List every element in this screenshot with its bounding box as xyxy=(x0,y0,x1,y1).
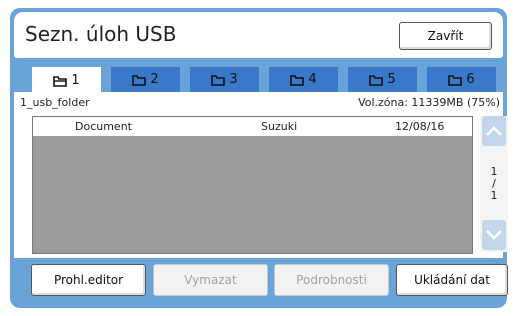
folder-icon xyxy=(132,74,147,86)
folder-name: 1_usb_folder xyxy=(20,96,90,109)
job-date: 12/08/16 xyxy=(395,120,445,133)
title-bar: Sezn. úloh USB Zavřít xyxy=(14,12,503,58)
tab-folder-4[interactable]: 4 xyxy=(269,67,338,92)
table-row[interactable]: Document Suzuki 12/08/16 xyxy=(33,117,472,136)
details-button[interactable]: Podrobnosti xyxy=(274,264,389,296)
tab-folder-3[interactable]: 3 xyxy=(190,67,259,92)
scroll-up-button[interactable] xyxy=(482,116,506,146)
page-title: Sezn. úloh USB xyxy=(25,22,177,46)
tab-label: 1 xyxy=(71,73,80,88)
job-owner: Suzuki xyxy=(261,120,298,133)
open-folder-icon xyxy=(53,75,68,87)
free-space-label: Vol.zóna: 11339MB (75%) xyxy=(358,96,500,109)
chevron-down-icon xyxy=(485,226,503,245)
list-scrollbar: 1 / 1 xyxy=(480,116,508,252)
tab-label: 2 xyxy=(150,72,159,87)
close-button[interactable]: Zavřít xyxy=(399,22,492,50)
scroll-down-button[interactable] xyxy=(482,220,506,250)
folder-tabs: 1 2 3 4 5 6 xyxy=(32,67,502,94)
usb-job-list-panel: Sezn. úloh USB Zavřít 1 2 3 4 5 6 1_usb_… xyxy=(10,8,508,308)
page-total: 1 xyxy=(490,189,498,202)
tab-label: 4 xyxy=(308,72,317,87)
folder-info: 1_usb_folder Vol.zóna: 11339MB (75%) xyxy=(20,96,500,112)
folder-icon xyxy=(290,74,305,86)
tab-label: 3 xyxy=(229,72,238,87)
tab-label: 5 xyxy=(387,72,396,87)
job-list-area: 1_usb_folder Vol.zóna: 11339MB (75%) Doc… xyxy=(14,92,508,258)
tab-folder-6[interactable]: 6 xyxy=(427,67,496,92)
job-name: Document xyxy=(75,120,132,133)
job-list: Document Suzuki 12/08/16 xyxy=(32,116,473,254)
tab-folder-5[interactable]: 5 xyxy=(348,67,417,92)
tab-folder-2[interactable]: 2 xyxy=(111,67,180,92)
tab-folder-1[interactable]: 1 xyxy=(32,67,101,94)
chevron-up-icon xyxy=(485,122,503,141)
folder-icon xyxy=(369,74,384,86)
delete-button[interactable]: Vymazat xyxy=(153,264,268,296)
editor-button[interactable]: Prohl.editor xyxy=(31,264,146,296)
save-data-button[interactable]: Ukládání dat xyxy=(396,264,508,296)
tab-label: 6 xyxy=(466,72,475,87)
folder-icon xyxy=(448,74,463,86)
folder-icon xyxy=(211,74,226,86)
